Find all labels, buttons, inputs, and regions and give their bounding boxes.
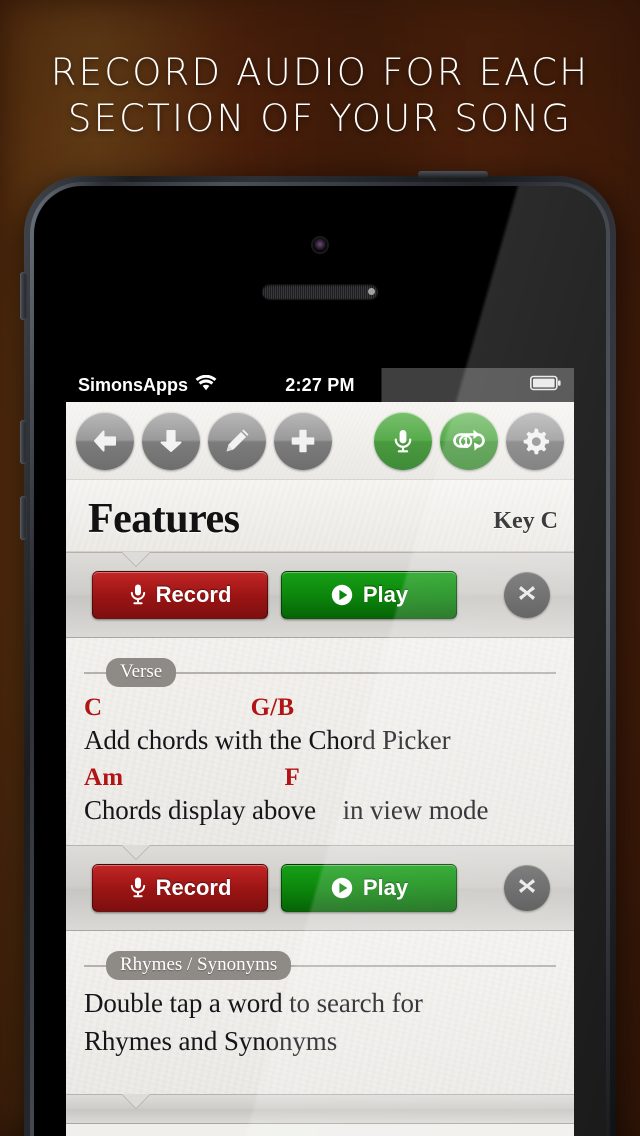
section-label-pill[interactable]: Verse bbox=[106, 658, 177, 687]
settings-button[interactable] bbox=[506, 411, 564, 470]
media-bar bbox=[66, 1094, 574, 1124]
section-pointer-notch bbox=[122, 1094, 150, 1108]
microphone-icon bbox=[129, 876, 147, 900]
add-button[interactable] bbox=[274, 411, 332, 470]
repeat-one-icon bbox=[453, 426, 485, 456]
section-pointer-notch bbox=[122, 845, 150, 859]
promo-headline: RECORD AUDIO FOR EACH SECTION OF YOUR SO… bbox=[0, 50, 640, 142]
down-button[interactable] bbox=[142, 411, 200, 470]
record-button-label: Record bbox=[155, 875, 232, 900]
section-header: Verse bbox=[84, 658, 556, 687]
earpiece-speaker bbox=[262, 284, 378, 299]
loop-button[interactable] bbox=[440, 411, 498, 470]
carrier-name: SimonsApps bbox=[78, 374, 189, 395]
edit-button[interactable] bbox=[208, 411, 266, 470]
headline-line-2: SECTION OF YOUR SONG bbox=[67, 97, 573, 140]
record-button[interactable] bbox=[374, 411, 432, 470]
close-media-button[interactable] bbox=[504, 865, 550, 911]
chord-line[interactable]: Am F bbox=[84, 763, 556, 793]
lyric-section-rhymes[interactable]: Rhymes / Synonyms Double tap a word to s… bbox=[66, 931, 574, 1094]
close-x-icon bbox=[514, 873, 540, 904]
app-toolbar bbox=[66, 402, 574, 480]
chord-line[interactable]: C G/B bbox=[84, 693, 556, 723]
play-audio-button[interactable]: Play bbox=[281, 864, 457, 912]
power-button[interactable] bbox=[418, 171, 488, 178]
gear-icon bbox=[519, 425, 551, 457]
mute-switch-button[interactable] bbox=[20, 272, 27, 320]
section-rule-left bbox=[84, 671, 106, 674]
section-rule-right bbox=[176, 671, 556, 674]
record-audio-button[interactable]: Record bbox=[92, 864, 268, 912]
record-button-label: Record bbox=[155, 582, 232, 607]
volume-up-button[interactable] bbox=[20, 420, 27, 464]
status-bar: SimonsApps 2:27 PM bbox=[66, 368, 574, 402]
front-camera-icon bbox=[313, 238, 327, 252]
close-media-button[interactable] bbox=[504, 572, 550, 618]
close-x-icon bbox=[514, 580, 540, 611]
section-rule-left bbox=[84, 964, 106, 967]
back-button[interactable] bbox=[76, 411, 134, 470]
play-circle-icon bbox=[330, 876, 354, 900]
arrow-down-icon bbox=[156, 426, 186, 456]
media-bar: Record Play bbox=[66, 845, 574, 931]
plus-icon bbox=[288, 426, 318, 456]
page-title: Features bbox=[88, 496, 240, 542]
arrow-left-icon bbox=[90, 426, 120, 456]
lyric-line[interactable]: Add chords with the Chord Picker bbox=[84, 723, 556, 757]
lyric-line[interactable]: Double tap a word to search for bbox=[84, 984, 556, 1022]
iphone-device-frame: SimonsApps 2:27 PM Features Key C Record… bbox=[20, 171, 616, 1136]
play-audio-button[interactable]: Play bbox=[281, 571, 457, 619]
song-header: Features Key C bbox=[66, 480, 574, 552]
microphone-icon bbox=[129, 583, 147, 607]
wifi-icon bbox=[195, 374, 217, 396]
headline-line-1: RECORD AUDIO FOR EACH bbox=[50, 51, 590, 94]
section-pointer-notch bbox=[122, 552, 150, 566]
section-label-pill[interactable]: Rhymes / Synonyms bbox=[106, 951, 292, 980]
play-circle-icon bbox=[330, 583, 354, 607]
media-bar: Record Play bbox=[66, 552, 574, 638]
record-audio-button[interactable]: Record bbox=[92, 571, 268, 619]
section-rule-right bbox=[291, 964, 556, 967]
play-button-label: Play bbox=[362, 582, 409, 607]
play-button-label: Play bbox=[362, 875, 409, 900]
lyric-line[interactable]: Chords display above in view mode bbox=[84, 793, 556, 827]
volume-down-button[interactable] bbox=[20, 496, 27, 540]
lyric-line[interactable]: Rhymes and Synonyms bbox=[84, 1022, 556, 1060]
microphone-icon bbox=[388, 426, 418, 456]
pencil-icon bbox=[222, 426, 252, 456]
device-screen: SimonsApps 2:27 PM Features Key C Record… bbox=[66, 368, 574, 1136]
battery-icon bbox=[530, 375, 562, 396]
song-key-label: Key C bbox=[493, 508, 558, 534]
carrier-area: SimonsApps bbox=[78, 374, 217, 396]
section-header: Rhymes / Synonyms bbox=[84, 951, 556, 980]
lyric-section-verse[interactable]: Verse C G/B Add chords with the Chord Pi… bbox=[66, 638, 574, 845]
